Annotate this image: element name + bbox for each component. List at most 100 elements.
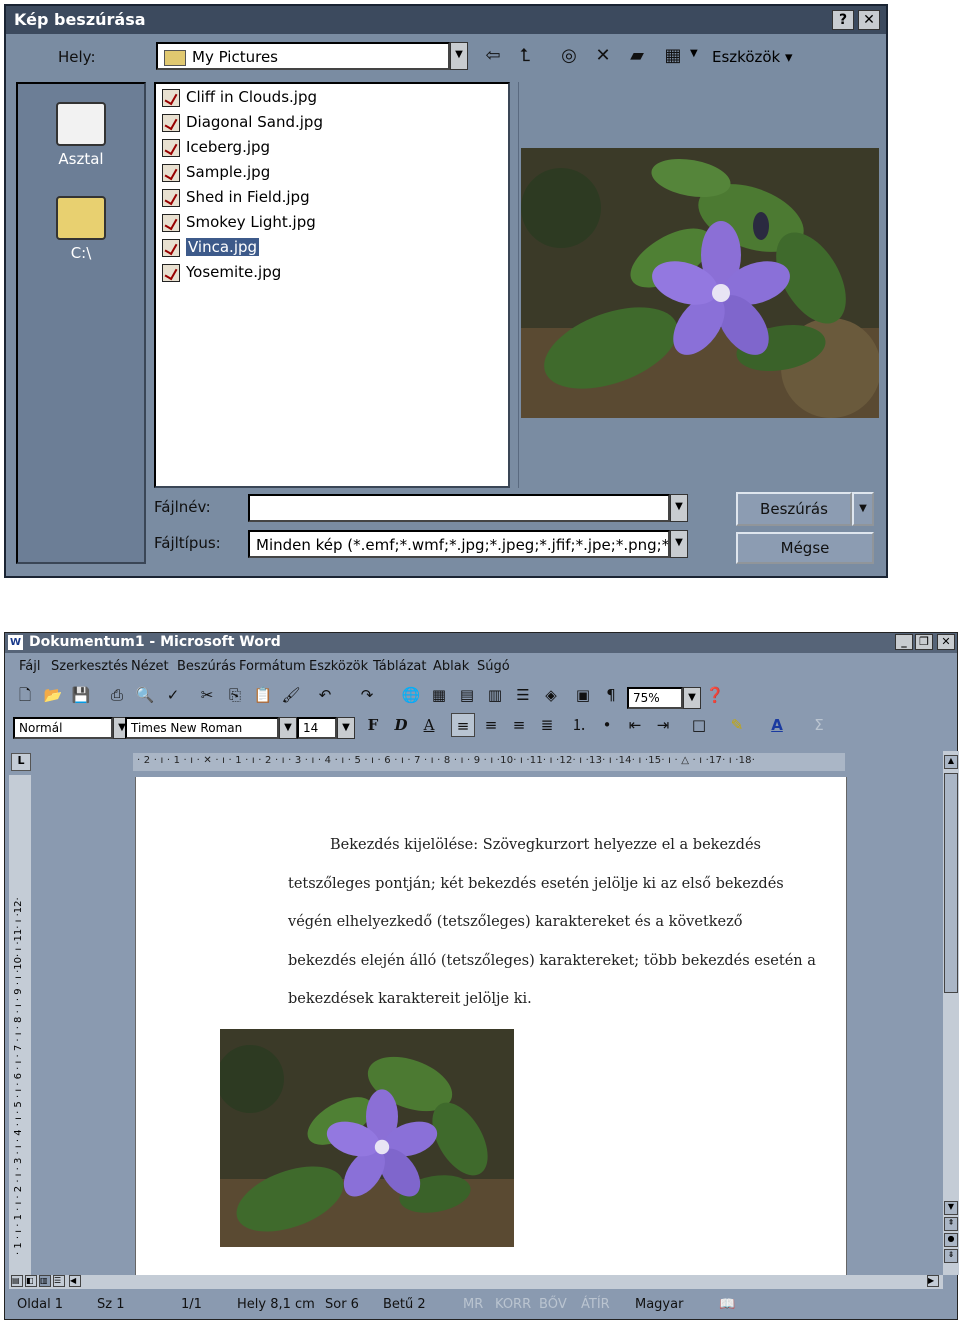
print-preview-icon[interactable]: 🔍 (133, 683, 157, 707)
views-dropdown-icon[interactable]: ▼ (690, 48, 698, 59)
help-icon[interactable]: ❓ (703, 683, 727, 707)
spelling-icon[interactable]: ✓ (161, 683, 185, 707)
menu-tools[interactable]: Eszközök (309, 659, 368, 674)
location-combo[interactable]: My Pictures (156, 42, 450, 70)
horizontal-scrollbar[interactable]: ▤ ◧ ▥ ☰ ◀ ▶ (9, 1275, 943, 1289)
help-button[interactable]: ? (832, 10, 854, 30)
filename-dropdown-button[interactable]: ▼ (670, 494, 688, 522)
file-item[interactable]: Sample.jpg (162, 161, 270, 183)
underline-button[interactable]: A (417, 713, 441, 737)
font-field[interactable]: Times New Roman (125, 717, 279, 739)
location-dropdown-button[interactable]: ▼ (450, 42, 468, 70)
cancel-button[interactable]: Mégse (736, 532, 874, 564)
close-window-button[interactable]: ✕ (937, 634, 955, 650)
file-item-selected[interactable]: Vinca.jpg (162, 236, 260, 258)
menu-edit[interactable]: Szerkesztés (51, 659, 128, 674)
search-web-icon[interactable]: ◎ (556, 44, 582, 68)
print-icon[interactable]: ⎙ (105, 683, 129, 707)
align-center-icon[interactable]: ≡ (479, 713, 503, 737)
status-ext[interactable]: BŐV (539, 1297, 567, 1312)
select-browse-object-button[interactable]: ● (944, 1233, 958, 1247)
font-color-icon[interactable]: A (765, 713, 789, 737)
scroll-down-button[interactable]: ▼ (944, 1201, 958, 1215)
align-left-icon[interactable]: ≡ (451, 713, 475, 737)
new-folder-icon[interactable]: ▰ (624, 44, 650, 68)
filetype-dropdown-button[interactable]: ▼ (670, 530, 688, 558)
style-field[interactable]: Normál (13, 717, 113, 739)
justify-icon[interactable]: ≣ (535, 713, 559, 737)
autosum-icon[interactable]: Σ (807, 713, 831, 737)
open-icon[interactable]: 📂 (41, 683, 65, 707)
insert-dropdown-button[interactable]: ▼ (852, 492, 874, 526)
paste-icon[interactable]: 📋 (251, 683, 275, 707)
spelling-status-icon[interactable]: 📖 (719, 1297, 735, 1312)
scroll-left-button[interactable]: ◀ (69, 1275, 81, 1287)
insert-button[interactable]: Beszúrás (736, 492, 852, 526)
print-layout-button[interactable]: ▥ (39, 1275, 51, 1287)
up-folder-icon[interactable]: ⮤ (512, 44, 538, 68)
menu-view[interactable]: Nézet (131, 659, 169, 674)
status-ovr[interactable]: ÁTÍR (581, 1297, 610, 1312)
file-item[interactable]: Iceberg.jpg (162, 136, 270, 158)
document-map-icon[interactable]: ▣ (571, 683, 595, 707)
numbering-icon[interactable]: ⒈ (567, 713, 591, 737)
menu-file[interactable]: Fájl (19, 659, 40, 674)
increase-indent-icon[interactable]: ⇥ (651, 713, 675, 737)
file-item[interactable]: Smokey Light.jpg (162, 211, 316, 233)
restore-button[interactable]: ❐ (915, 634, 933, 650)
bold-button[interactable]: F (361, 713, 385, 737)
italic-button[interactable]: D (389, 713, 413, 737)
align-right-icon[interactable]: ≡ (507, 713, 531, 737)
insert-table-icon[interactable]: ▤ (455, 683, 479, 707)
vertical-ruler[interactable]: · 1 · ı · 1 · ı · 2 · ı · 3 · ı · 4 · ı … (9, 775, 31, 1275)
place-c-drive[interactable]: C:\ (18, 196, 144, 262)
menu-help[interactable]: Súgó (477, 659, 510, 674)
next-page-button[interactable]: ⇟ (944, 1249, 958, 1263)
format-painter-icon[interactable]: 🖌 (279, 683, 303, 707)
scroll-up-button[interactable]: ▲ (944, 755, 958, 769)
bullets-icon[interactable]: • (595, 713, 619, 737)
web-view-button[interactable]: ◧ (25, 1275, 37, 1287)
save-icon[interactable]: 💾 (69, 683, 93, 707)
normal-view-button[interactable]: ▤ (11, 1275, 23, 1287)
new-document-icon[interactable]: 🗋 (13, 683, 37, 707)
highlight-icon[interactable]: ✎ (725, 713, 749, 737)
tab-selector[interactable]: L (11, 753, 31, 771)
border-icon[interactable]: □ (687, 713, 711, 737)
file-item[interactable]: Shed in Field.jpg (162, 186, 310, 208)
font-size-field[interactable]: 14 (297, 717, 337, 739)
show-hide-icon[interactable]: ¶ (599, 683, 623, 707)
zoom-dropdown-button[interactable]: ▼ (683, 687, 701, 709)
scroll-right-button[interactable]: ▶ (927, 1275, 939, 1287)
minimize-button[interactable]: _ (895, 634, 913, 650)
place-desktop[interactable]: Asztal (18, 102, 144, 168)
scroll-thumb[interactable] (944, 773, 958, 993)
status-rec[interactable]: MR (463, 1297, 483, 1312)
inserted-vinca-image[interactable] (220, 1029, 514, 1247)
redo-icon[interactable]: ↷ (355, 683, 379, 707)
columns-icon[interactable]: ☰ (511, 683, 535, 707)
drawing-icon[interactable]: ◈ (539, 683, 563, 707)
filename-input[interactable] (248, 494, 670, 522)
tables-borders-icon[interactable]: ▦ (427, 683, 451, 707)
views-icon[interactable]: ▦ (660, 44, 686, 68)
tools-menu[interactable]: Eszközök ▾ (712, 48, 793, 66)
menu-format[interactable]: Formátum (239, 659, 306, 674)
file-list[interactable]: Cliff in Clouds.jpg Diagonal Sand.jpg Ic… (154, 82, 510, 488)
horizontal-ruler[interactable]: · 2 · ı · 1 · ı · ✕ · ı · 1 · ı · 2 · ı … (133, 753, 845, 771)
document-page[interactable]: Bekezdés kijelölése: Szövegkurzort helye… (135, 777, 847, 1275)
menu-table[interactable]: Táblázat (373, 659, 426, 674)
menu-insert[interactable]: Beszúrás (177, 659, 236, 674)
file-item[interactable]: Yosemite.jpg (162, 261, 281, 283)
menu-window[interactable]: Ablak (433, 659, 469, 674)
insert-excel-icon[interactable]: ▥ (483, 683, 507, 707)
file-item[interactable]: Cliff in Clouds.jpg (162, 86, 317, 108)
back-icon[interactable]: ⇦ (480, 44, 506, 68)
copy-icon[interactable]: ⎘ (223, 683, 247, 707)
file-item[interactable]: Diagonal Sand.jpg (162, 111, 323, 133)
outline-view-button[interactable]: ☰ (53, 1275, 65, 1287)
status-trk[interactable]: KORR (495, 1297, 531, 1312)
font-dropdown-button[interactable]: ▼ (279, 717, 297, 739)
font-size-dropdown-button[interactable]: ▼ (337, 717, 355, 739)
previous-page-button[interactable]: ⇞ (944, 1217, 958, 1231)
